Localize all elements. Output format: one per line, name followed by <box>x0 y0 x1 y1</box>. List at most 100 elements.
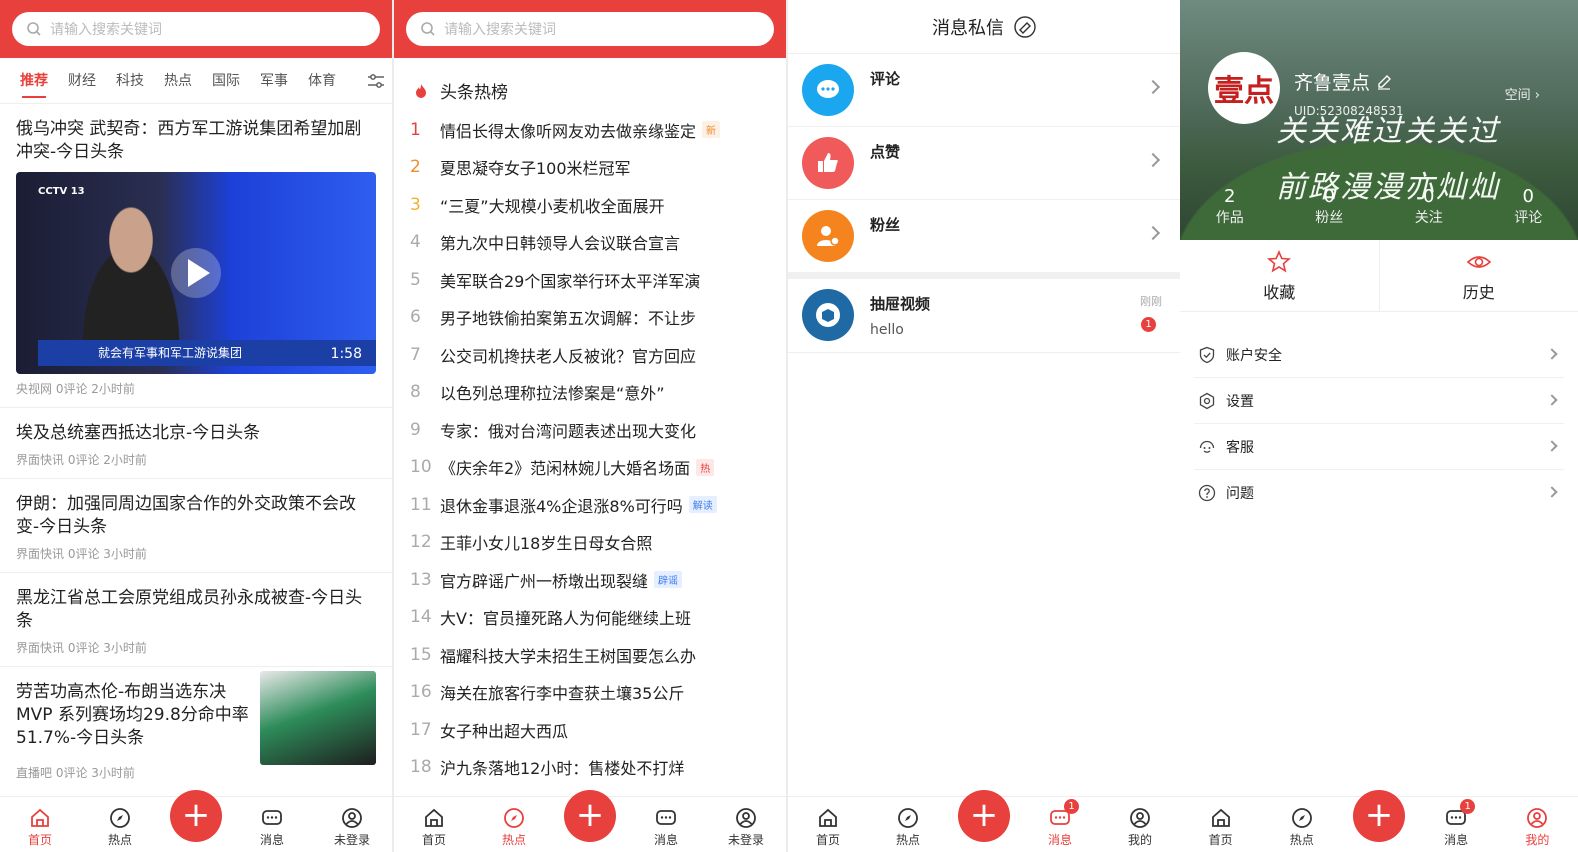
publish-button[interactable]: + <box>170 790 222 842</box>
search-input[interactable]: 请输入搜索关键词 <box>406 12 774 46</box>
hot-title: 沪九条落地12小时：售楼处不打烊 <box>440 759 685 779</box>
nav-hot[interactable]: 热点 <box>1272 807 1332 848</box>
news-item[interactable]: 劳苦功高杰伦-布朗当选东决MVP 系列赛场均29.8分命中率51.7%-今日头条… <box>0 667 392 791</box>
news-item[interactable]: 埃及总统塞西抵达北京-今日头条 界面快讯 0评论 2小时前 <box>0 408 392 479</box>
space-link[interactable]: 空间 › <box>1505 84 1540 103</box>
chat-item[interactable]: 抽屉视频 hello 刚刚 1 <box>788 279 1180 353</box>
play-icon[interactable] <box>171 248 221 298</box>
hot-list-item[interactable]: 10 《庆余年2》范闲林婉儿大婚名场面热 <box>394 449 786 487</box>
profile-stats: 2 作品 0 粉丝 0 关注 0 评论 <box>1180 186 1578 227</box>
tab-hot[interactable]: 热点 <box>164 70 192 92</box>
favorites-button[interactable]: 收藏 <box>1180 240 1379 311</box>
hot-list-item[interactable]: 12 王菲小女儿18岁生日母女合照 <box>394 524 786 562</box>
hot-list-item[interactable]: 5 美军联合29个国家举行环太平洋军演 <box>394 261 786 299</box>
stat-works[interactable]: 2 作品 <box>1216 186 1244 227</box>
home-icon <box>31 808 49 827</box>
hot-list-item[interactable]: 14 大V：官员撞死路人为何能继续上班 <box>394 599 786 637</box>
search-header: 请输入搜索关键词 <box>394 0 786 58</box>
nav-message[interactable]: 消息 <box>636 807 696 848</box>
nav-badge: 1 <box>1064 799 1079 814</box>
clear-icon[interactable] <box>1014 15 1036 38</box>
bottom-nav: 首页 热点 + 1 消息 我的 <box>1180 790 1578 852</box>
stat-follow[interactable]: 0 关注 <box>1415 186 1443 227</box>
search-header: 请输入搜索关键词 <box>0 0 392 58</box>
hot-list-item[interactable]: 18 沪九条落地12小时：售楼处不打烊 <box>394 749 786 787</box>
hot-list-item[interactable]: 11 退休金事退涨4%企退涨8%可行吗 解读 <box>394 486 786 524</box>
hot-list-item[interactable]: 17 女子种出超大西瓜 <box>394 711 786 749</box>
page-title: 消息私信 <box>932 17 1004 39</box>
stat-value: 0 <box>1423 186 1435 207</box>
home-screen: 请输入搜索关键词 推荐 财经 科技 热点 国际 军事 体育 俄乌冲突 武契奇：西… <box>0 0 392 852</box>
faq-row[interactable]: 问题 <box>1194 470 1564 516</box>
news-item[interactable]: 伊朗：加强同周边国家合作的外交政策不会改变-今日头条 界面快讯 0评论 3小时前 <box>0 479 392 573</box>
comment-icon <box>802 64 854 116</box>
hot-list-item[interactable]: 7 公交司机搀扶老人反被讹？官方回应 <box>394 336 786 374</box>
hot-list-item[interactable]: 15 福耀科技大学未招生王树国要怎么办 <box>394 636 786 674</box>
news-video[interactable]: CCTV 13 就会有军事和军工游说集团 1:58 <box>16 172 376 374</box>
like-row[interactable]: 点赞 <box>788 127 1180 200</box>
avatar[interactable]: 壹点 <box>1208 52 1280 124</box>
hot-tag-badge: 新 <box>702 121 721 139</box>
nav-hot[interactable]: 热点 <box>90 807 150 848</box>
history-button[interactable]: 历史 <box>1378 240 1578 311</box>
hot-list-item[interactable]: 8 以色列总理称拉法惨案是“意外” <box>394 374 786 412</box>
account-security-row[interactable]: 账户安全 <box>1194 332 1564 378</box>
nav-message[interactable]: 1 消息 <box>1030 799 1090 848</box>
publish-button[interactable]: + <box>1352 790 1405 842</box>
tab-recommend[interactable]: 推荐 <box>20 70 48 98</box>
hot-list-item[interactable]: 2 夏思凝夺女子100米栏冠军 <box>394 149 786 187</box>
hot-title: 大V：官员撞死路人为何能继续上班 <box>440 609 691 629</box>
nav-home[interactable]: 首页 <box>798 807 858 848</box>
nav-hot[interactable]: 热点 <box>878 807 938 848</box>
hot-list-item[interactable]: 3 “三夏”大规模小麦机收全面展开 <box>394 186 786 224</box>
hot-list-item[interactable]: 16 海关在旅客行李中查获土壤35公斤 <box>394 674 786 712</box>
search-placeholder: 请输入搜索关键词 <box>444 22 556 38</box>
stat-fans[interactable]: 0 粉丝 <box>1315 186 1343 227</box>
chevron-right-icon <box>1145 225 1161 241</box>
filter-icon[interactable] <box>366 71 386 91</box>
hot-list-item[interactable]: 6 男子地铁偷拍案第五次调解：不让步 <box>394 299 786 337</box>
nav-message[interactable]: 消息 <box>242 807 302 848</box>
comment-row[interactable]: 评论 <box>788 54 1180 127</box>
nav-message[interactable]: 1 消息 <box>1426 799 1486 848</box>
hot-list-item[interactable]: 9 专家：俄对台湾问题表述出现大变化 <box>394 411 786 449</box>
rank-number: 16 <box>410 682 432 703</box>
hot-list-item[interactable]: 4 第九次中日韩领导人会议联合宣言 <box>394 224 786 262</box>
publish-button[interactable]: + <box>958 790 1010 842</box>
user-icon <box>342 808 362 828</box>
message-screen: 消息私信 评论 点赞 粉丝 抽屉视频 hello 刚刚 1 首页 热点 + 1 … <box>788 0 1180 852</box>
button-label: 收藏 <box>1263 282 1296 302</box>
fans-row[interactable]: 粉丝 <box>788 200 1180 273</box>
publish-button[interactable]: + <box>564 790 616 842</box>
news-item[interactable]: 俄乌冲突 武契奇：西方军工游说集团希望加剧冲突-今日头条 CCTV 13 就会有… <box>0 104 392 408</box>
news-item[interactable]: 黑龙江省总工会原党组成员孙永成被查-今日头条 界面快讯 0评论 3小时前 <box>0 573 392 667</box>
tab-international[interactable]: 国际 <box>212 70 240 92</box>
hot-list-item[interactable]: 1 情侣长得太像听网友劝去做亲缘鉴定新 <box>394 111 786 149</box>
nav-hot[interactable]: 热点 <box>484 807 544 848</box>
nav-home[interactable]: 首页 <box>1191 807 1251 848</box>
news-meta: 界面快讯 0评论 3小时前 <box>16 547 147 561</box>
nav-profile[interactable]: 未登录 <box>322 807 382 848</box>
hot-list-item[interactable]: 13 官方辟谣广州一桥墩出现裂缝 辟谣 <box>394 561 786 599</box>
bottom-nav: 首页 热点 + 消息 未登录 <box>0 790 392 852</box>
settings-row[interactable]: 设置 <box>1194 378 1564 424</box>
tab-military[interactable]: 军事 <box>260 70 288 92</box>
nav-profile[interactable]: 我的 <box>1507 807 1567 848</box>
video-caption: 就会有军事和军工游说集团 <box>38 340 376 366</box>
stat-comments[interactable]: 0 评论 <box>1514 186 1542 227</box>
video-duration: 1:58 <box>330 346 362 362</box>
nav-home[interactable]: 首页 <box>10 807 70 848</box>
tab-finance[interactable]: 财经 <box>68 70 96 92</box>
nav-profile[interactable]: 未登录 <box>716 807 776 848</box>
tab-sports[interactable]: 体育 <box>308 70 336 92</box>
rank-number: 1 <box>410 119 421 140</box>
nav-profile[interactable]: 我的 <box>1110 807 1170 848</box>
customer-service-row[interactable]: 客服 <box>1194 424 1564 470</box>
hot-title: 福耀科技大学未招生王树国要怎么办 <box>440 646 697 666</box>
user-name-row[interactable]: 齐鲁壹点 <box>1294 68 1392 95</box>
search-input[interactable]: 请输入搜索关键词 <box>12 12 380 46</box>
tab-tech[interactable]: 科技 <box>116 70 144 92</box>
nav-home[interactable]: 首页 <box>404 807 464 848</box>
bottom-nav: 首页 热点 + 消息 未登录 <box>394 790 786 852</box>
edit-icon[interactable] <box>1376 74 1392 90</box>
